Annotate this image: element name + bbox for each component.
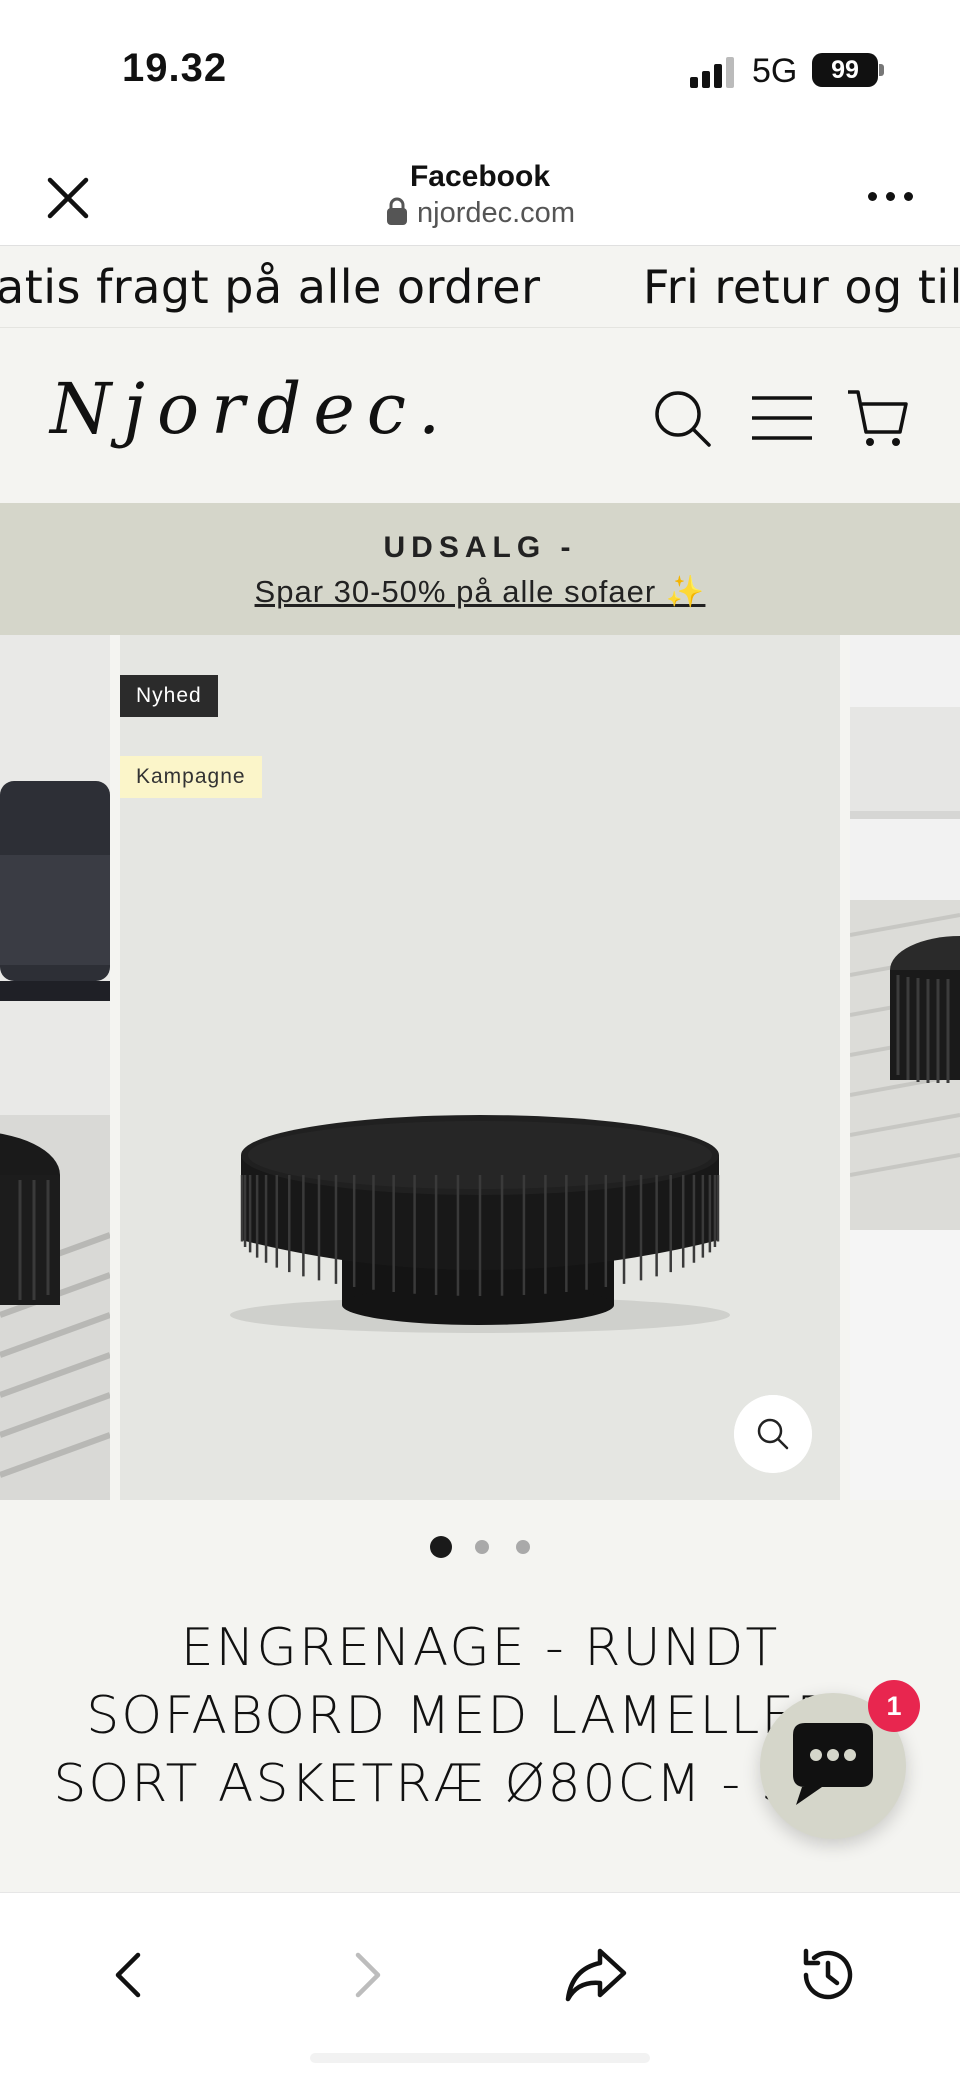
back-icon[interactable] [98, 1943, 162, 2007]
gallery-pagination [0, 1500, 960, 1590]
history-icon[interactable] [796, 1943, 860, 2007]
browser-title: Facebook [409, 160, 551, 193]
cart-icon[interactable] [846, 386, 910, 450]
pagination-dot[interactable] [475, 1540, 489, 1554]
announcement-item: Fri retur og tilt [643, 260, 960, 314]
network-type: 5G [752, 52, 798, 90]
gallery-slide-prev[interactable] [0, 635, 110, 1500]
gallery-slide-next[interactable] [850, 635, 960, 1500]
sale-banner[interactable]: UDSALG - Spar 30-50% på alle sofaer ✨ [0, 503, 960, 635]
lock-icon [387, 197, 408, 225]
status-bar: 19.32 5G 99 [0, 0, 960, 140]
store-header: Njordec. [0, 328, 960, 503]
share-icon[interactable] [564, 1943, 628, 2007]
battery-icon: 99 [812, 53, 878, 87]
battery-nub [879, 64, 884, 76]
pagination-dot[interactable] [516, 1540, 530, 1554]
sale-title: UDSALG - [383, 531, 577, 564]
status-time: 19.32 [122, 46, 228, 90]
store-logo[interactable]: Njordec. [50, 368, 452, 450]
url-text: njordec.com [417, 197, 575, 229]
zoom-icon[interactable] [734, 1395, 812, 1473]
announcement-item: atis fragt på alle ordrer [0, 260, 541, 314]
pagination-dot-active[interactable] [430, 1536, 452, 1558]
chat-unread-badge: 1 [868, 1680, 920, 1732]
signal-icon [690, 56, 734, 88]
more-options-icon[interactable] [868, 190, 914, 204]
product-gallery[interactable]: Nyhed Kampagne [0, 635, 960, 1500]
product-image-sofa-scene [0, 635, 110, 1500]
in-app-browser-header: Facebook njordec.com [0, 140, 960, 246]
product-image-room-scene [850, 635, 960, 1500]
badge-new: Nyhed [120, 675, 218, 717]
browser-toolbar [0, 1892, 960, 2081]
badge-campaign: Kampagne [120, 756, 262, 798]
announcement-ticker: atis fragt på alle ordrer Fri retur og t… [0, 246, 960, 328]
home-indicator [310, 2053, 650, 2063]
url-display[interactable]: njordec.com [0, 196, 960, 230]
menu-icon[interactable] [750, 386, 814, 450]
sale-link[interactable]: Spar 30-50% på alle sofaer ✨ [0, 573, 960, 610]
gallery-slide-active[interactable]: Nyhed Kampagne [120, 635, 840, 1500]
search-icon[interactable] [650, 386, 714, 450]
forward-icon[interactable] [334, 1943, 398, 2007]
